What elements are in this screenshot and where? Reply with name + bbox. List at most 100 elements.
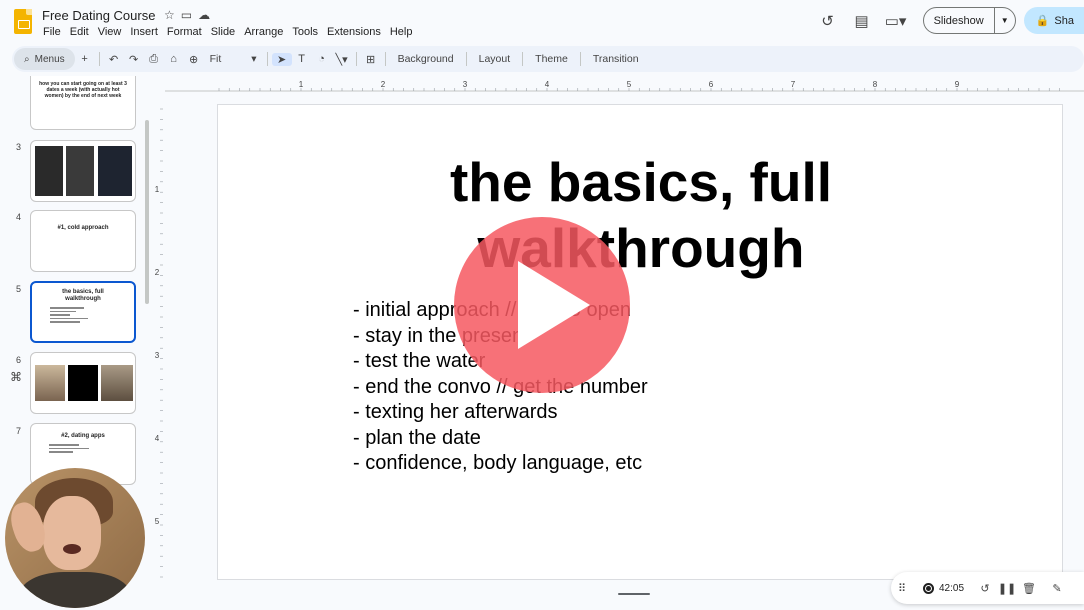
webcam-shirt — [19, 572, 131, 608]
history-icon[interactable]: ↺ — [817, 10, 839, 32]
slide-canvas[interactable]: the basics, full walkthrough - initial a… — [217, 104, 1063, 580]
thumbnail-title: #2, dating apps — [61, 433, 105, 439]
chevron-down-icon[interactable]: ▼ — [995, 16, 1015, 25]
plus-icon[interactable]: + — [75, 53, 95, 65]
menu-tools[interactable]: Tools — [292, 26, 318, 38]
webcam-bubble[interactable] — [5, 468, 145, 608]
ruler-label: 4 — [155, 434, 160, 443]
thumbnail-title: how you can start going on at least 3 da… — [39, 81, 127, 99]
divider — [465, 52, 467, 66]
layout-button[interactable]: Layout — [471, 53, 519, 65]
menu-bar: File Edit View Insert Format Slide Arran… — [43, 26, 412, 38]
ruler-label: 3 — [463, 80, 468, 89]
move-to-folder-icon[interactable]: ▭ — [181, 8, 192, 22]
print-icon[interactable]: ⎙ — [144, 53, 164, 66]
cloud-status-icon[interactable]: ☁ — [198, 8, 210, 22]
slide-number: 3 — [16, 142, 22, 152]
thumbnail-image — [101, 365, 133, 401]
recording-time: 42:05 — [939, 582, 965, 594]
restart-icon[interactable]: ↺ — [974, 582, 996, 595]
webcam-mouth — [63, 544, 81, 554]
ruler-label: 9 — [955, 80, 960, 89]
menu-arrange[interactable]: Arrange — [244, 26, 283, 38]
pause-icon[interactable]: ❚❚ — [996, 582, 1018, 595]
comment-icon[interactable]: ▤ — [851, 10, 873, 32]
thumbnail-title: the basics, full walkthrough — [62, 289, 104, 302]
slide-title-line: walkthrough — [477, 217, 805, 279]
horizontal-ruler[interactable]: 1 2 3 4 5 6 7 8 9 — [165, 78, 1084, 92]
divider — [266, 52, 268, 66]
redo-icon[interactable]: ↷ — [124, 53, 144, 66]
drag-handle-icon[interactable]: ⠿ — [891, 582, 913, 595]
webcam-face — [43, 496, 101, 570]
theme-button[interactable]: Theme — [527, 53, 576, 65]
menu-file[interactable]: File — [43, 26, 61, 38]
notes-resize-handle[interactable] — [618, 593, 650, 595]
slideshow-label[interactable]: Slideshow — [924, 8, 995, 33]
slide-thumbnail-6[interactable] — [30, 352, 136, 414]
menu-extensions[interactable]: Extensions — [327, 26, 381, 38]
record-indicator-icon — [923, 582, 934, 594]
line-icon[interactable]: ╲▾ — [332, 53, 352, 66]
select-cursor-icon[interactable]: ➤ — [271, 52, 292, 66]
zoom-icon[interactable]: ⊕ — [184, 53, 204, 66]
recording-controls: ⠿ 42:05 ↺ ❚❚ 🗑 ✎ — [891, 572, 1084, 604]
ruler-label: 1 — [299, 80, 304, 89]
play-icon[interactable] — [454, 217, 630, 393]
zoom-label: Fit — [209, 53, 222, 65]
share-button[interactable]: 🔒 Sha — [1023, 7, 1084, 34]
slide-thumbnail-3[interactable] — [30, 140, 136, 202]
thumbnail-title: #1, cold approach — [57, 225, 109, 231]
sticker-icon[interactable]: ⌘ — [10, 370, 22, 384]
shape-icon[interactable]: ◔ — [312, 53, 332, 65]
vertical-ruler[interactable]: 1 2 3 4 5 — [150, 95, 164, 595]
background-button[interactable]: Background — [390, 53, 462, 65]
document-title[interactable]: Free Dating Course — [42, 8, 155, 23]
slide-thumbnail-2[interactable]: how you can start going on at least 3 da… — [30, 76, 136, 130]
menu-help[interactable]: Help — [390, 26, 413, 38]
slide-number: 7 — [16, 426, 22, 436]
toolbar: ⌕ Menus + ↶ ↷ ⎙ ⌂ ⊕ Fit ▾ ➤ T ◔ ╲▾ ⊞ Bac… — [12, 46, 1084, 72]
thumbnail-image — [35, 146, 63, 196]
thumbnail-image — [35, 365, 65, 401]
lock-icon: 🔒 — [1035, 15, 1050, 27]
divider — [355, 52, 357, 66]
share-label: Sha — [1054, 14, 1074, 27]
menu-view[interactable]: View — [98, 26, 122, 38]
divider — [98, 52, 100, 66]
pen-icon[interactable]: ✎ — [1046, 582, 1068, 595]
ruler-label: 1 — [155, 185, 160, 194]
star-icon[interactable]: ☆ — [164, 8, 175, 22]
ruler-label: 2 — [155, 268, 160, 277]
slide-thumbnail-5[interactable]: the basics, full walkthrough — [30, 281, 136, 343]
menu-slide[interactable]: Slide — [211, 26, 235, 38]
zoom-select[interactable]: Fit ▾ — [204, 53, 263, 65]
slide-title[interactable]: the basics, full walkthrough — [218, 149, 1064, 281]
thumbnail-image — [98, 146, 132, 196]
top-right-actions: ↺ ▤ ▭▾ Slideshow ▼ 🔒 Sha — [817, 7, 1084, 34]
text-box-icon[interactable]: T — [292, 53, 312, 65]
divider — [522, 52, 524, 66]
thumbnail-image — [66, 146, 94, 196]
bullet-item: - confidence, body language, etc — [353, 452, 643, 474]
undo-icon[interactable]: ↶ — [104, 53, 124, 66]
video-call-icon[interactable]: ▭▾ — [885, 10, 907, 32]
chevron-down-icon: ▾ — [251, 53, 257, 65]
top-bar: Free Dating Course ☆ ▭ ☁ File Edit View … — [0, 0, 1084, 44]
paint-format-icon[interactable]: ⌂ — [164, 53, 184, 65]
transition-button[interactable]: Transition — [585, 53, 647, 65]
menus-search[interactable]: ⌕ Menus — [14, 48, 75, 70]
slide-thumbnail-4[interactable]: #1, cold approach — [30, 210, 136, 272]
menu-format[interactable]: Format — [167, 26, 202, 38]
menu-edit[interactable]: Edit — [70, 26, 89, 38]
slide-number: 5 — [16, 284, 22, 294]
delete-icon[interactable]: 🗑 — [1018, 582, 1040, 595]
filmstrip-scrollbar[interactable] — [145, 120, 149, 304]
slideshow-button[interactable]: Slideshow ▼ — [922, 7, 1016, 34]
add-comment-icon[interactable]: ⊞ — [361, 53, 381, 66]
slides-logo-icon[interactable] — [14, 9, 32, 34]
menu-insert[interactable]: Insert — [130, 26, 158, 38]
thumbnail-bullets — [49, 444, 135, 453]
ruler-label: 8 — [873, 80, 878, 89]
ruler-label: 7 — [791, 80, 796, 89]
